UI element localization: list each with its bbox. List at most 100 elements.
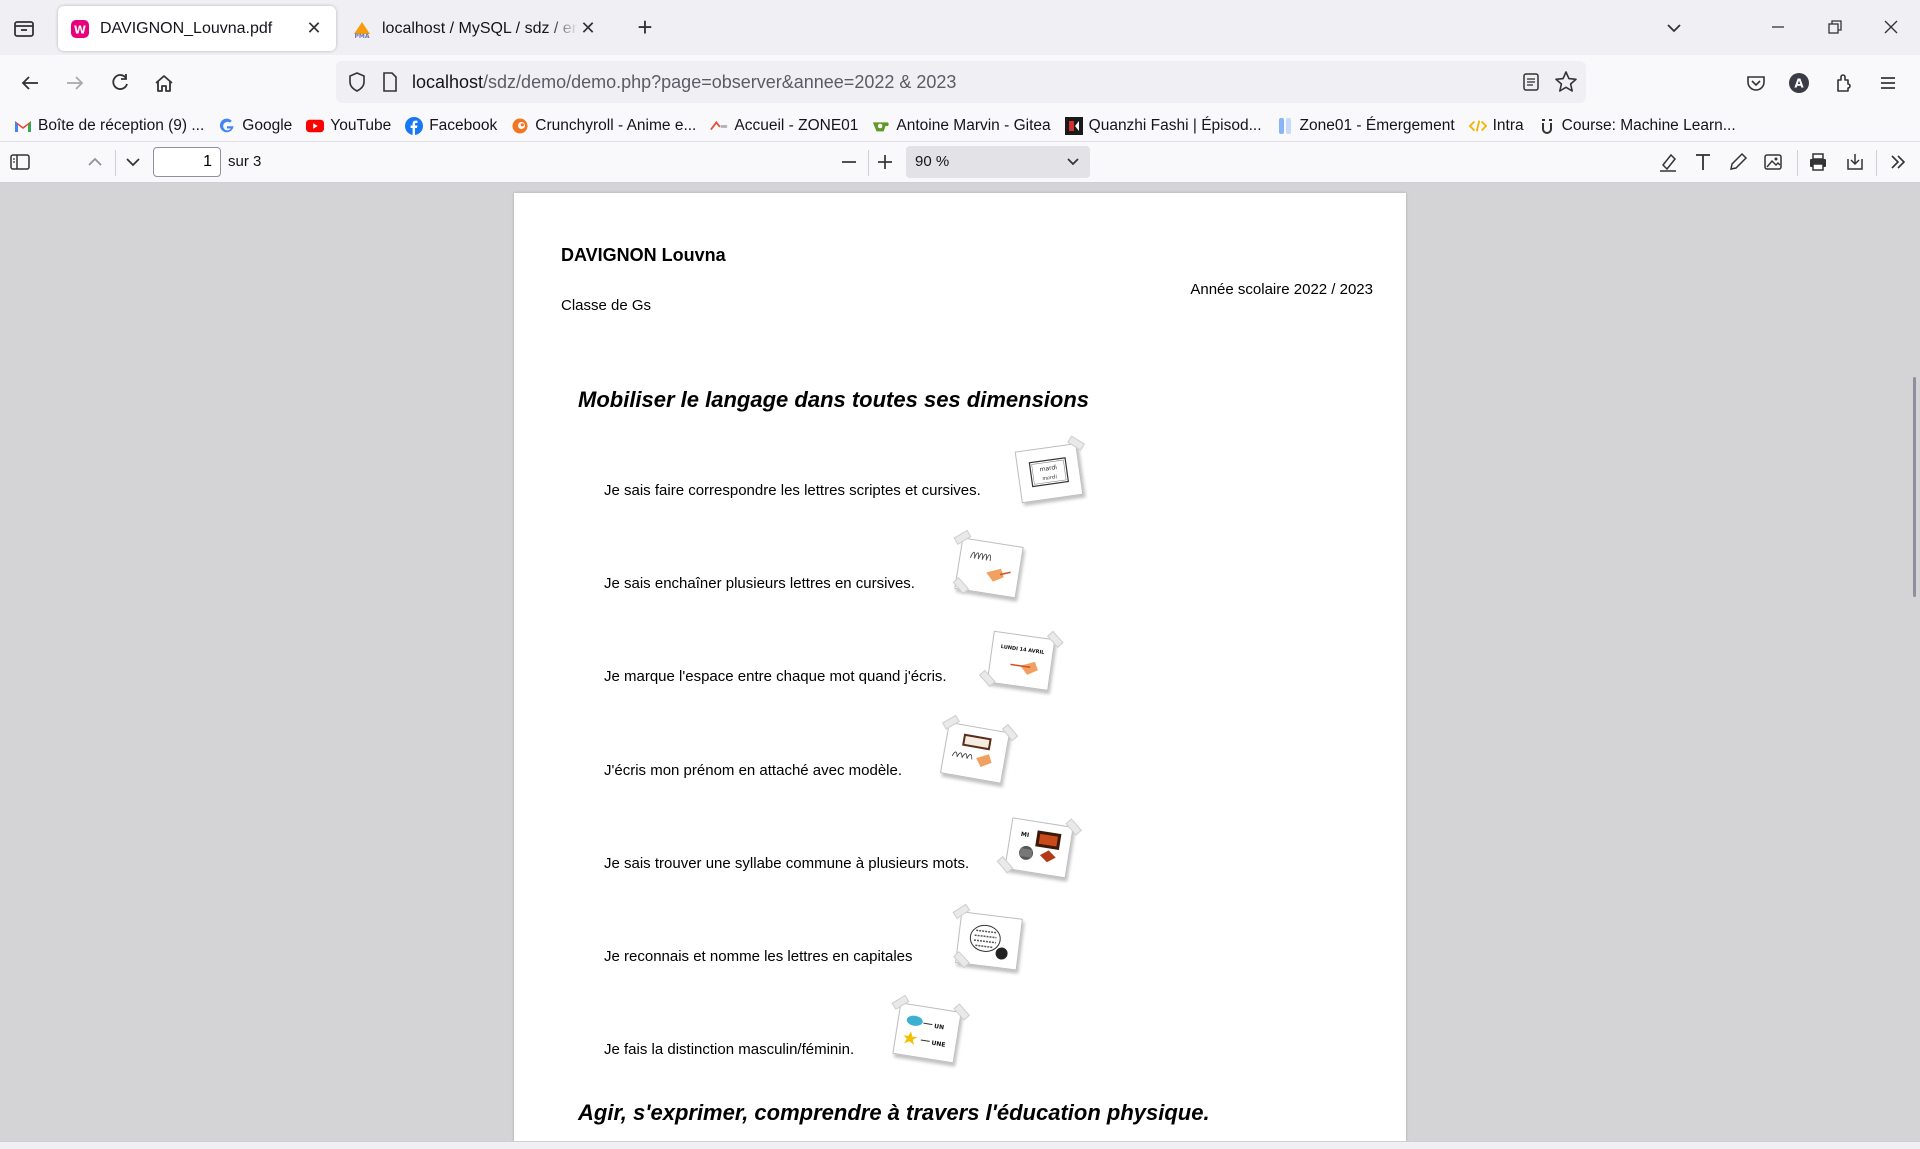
list-all-tabs-icon[interactable]: [10, 14, 38, 42]
skill-item: Je reconnais et nomme les lettres en cap…: [604, 948, 913, 965]
sidebar-toggle-icon[interactable]: [5, 147, 35, 177]
toolbar-separator: [1876, 150, 1877, 176]
bookmark-youtube[interactable]: YouTube: [306, 117, 391, 135]
tab-pdf[interactable]: W DAVIGNON_Louvna.pdf ✕: [58, 6, 336, 51]
pdf-page: DAVIGNON Louvna Année scolaire 2022 / 20…: [514, 193, 1406, 1141]
tab-phpmyadmin[interactable]: PMA localhost / MySQL / sdz / enseignant…: [340, 6, 610, 51]
account-avatar-icon[interactable]: A: [1783, 67, 1815, 99]
letters-card-icon: mardi mardi: [1010, 435, 1090, 507]
save-download-icon[interactable]: [1840, 147, 1870, 177]
zoom-select[interactable]: 90 %: [906, 146, 1090, 178]
zone01-emergement-icon: [1276, 117, 1294, 135]
page-icon[interactable]: [380, 71, 400, 98]
wamp-favicon-icon: W: [70, 19, 90, 39]
masculine-feminine-card-icon: UN UNE: [888, 994, 970, 1069]
bookmark-google[interactable]: Google: [218, 117, 292, 135]
section-title: Mobiliser le langage dans toutes ses dim…: [578, 387, 1090, 412]
svg-text:PMA: PMA: [354, 33, 369, 39]
scrollbar-thumb[interactable]: [1913, 377, 1916, 597]
bookmark-crunchyroll[interactable]: Crunchyroll - Anime e...: [511, 117, 696, 135]
close-tab-icon[interactable]: ✕: [578, 18, 598, 39]
capital-letters-card-icon: [951, 903, 1030, 975]
more-tools-icon[interactable]: [1883, 147, 1913, 177]
next-page-icon[interactable]: [118, 147, 148, 177]
page-count-label: sur 3: [228, 153, 262, 170]
tab-bar: W DAVIGNON_Louvna.pdf ✕ PMA localhost / …: [0, 0, 1920, 55]
home-icon[interactable]: [148, 67, 180, 99]
tab-title: localhost / MySQL / sdz / enseignant: [382, 19, 578, 37]
word-spacing-card-icon: LUNDI 14 AVRIL: [978, 626, 1064, 695]
zone01-icon: [710, 117, 728, 135]
zoom-out-icon[interactable]: [834, 147, 864, 177]
close-window-button[interactable]: [1876, 12, 1906, 42]
print-icon[interactable]: [1803, 147, 1833, 177]
svg-text:W: W: [74, 23, 86, 36]
pocket-icon[interactable]: [1740, 67, 1772, 99]
status-strip: [0, 1141, 1920, 1149]
close-tab-icon[interactable]: ✕: [304, 18, 324, 39]
bookmark-facebook[interactable]: Facebook: [405, 116, 497, 135]
toolbar-separator: [868, 150, 869, 176]
draw-pen-icon[interactable]: [1723, 147, 1753, 177]
facebook-icon: [405, 116, 424, 135]
toolbar-separator: [1797, 150, 1798, 176]
svg-text:UN: UN: [934, 1023, 945, 1031]
bookmark-quanzhi[interactable]: Quanzhi Fashi | Épisod...: [1064, 116, 1262, 135]
class-label: Classe de Gs: [561, 297, 652, 314]
bookmark-intra[interactable]: Intra: [1468, 117, 1524, 135]
extensions-icon[interactable]: [1828, 67, 1860, 99]
skill-item: Je sais trouver une syllabe commune à pl…: [604, 855, 970, 872]
google-icon: [218, 117, 236, 135]
bookmark-gmail[interactable]: Boîte de réception (9) ...: [14, 117, 204, 135]
syllable-card-icon: MI: [996, 813, 1082, 884]
svg-text:A: A: [1794, 77, 1804, 91]
new-tab-button[interactable]: +: [630, 13, 660, 43]
quanzhi-icon: [1064, 116, 1083, 135]
skill-item: Je sais faire correspondre les lettres s…: [604, 482, 981, 499]
url-text[interactable]: localhost/sdz/demo/demo.php?page=observe…: [412, 72, 956, 93]
name-writing-card-icon: [935, 714, 1019, 789]
forward-arrow-icon[interactable]: [59, 67, 91, 99]
svg-text:LUNDI 14 AVRIL: LUNDI 14 AVRIL: [1000, 644, 1045, 656]
page-number-input[interactable]: 1: [153, 147, 221, 177]
svg-text:MI: MI: [1020, 831, 1029, 839]
restore-button[interactable]: [1820, 12, 1850, 42]
reload-icon[interactable]: [104, 67, 136, 99]
skill-item: Je sais enchaîner plusieurs lettres en c…: [604, 575, 915, 592]
skill-item: J'écris mon prénom en attaché avec modèl…: [604, 762, 903, 779]
highlight-icon[interactable]: [1653, 147, 1683, 177]
bookmark-gitea[interactable]: Antoine Marvin - Gitea: [872, 117, 1051, 135]
skill-item: Je marque l'espace entre chaque mot quan…: [604, 668, 947, 685]
previous-page-icon[interactable]: [80, 147, 110, 177]
code-icon: [1468, 117, 1487, 135]
pdf-viewer[interactable]: DAVIGNON Louvna Année scolaire 2022 / 20…: [0, 183, 1920, 1141]
pdf-toolbar: 1 sur 3 90 %: [0, 141, 1920, 183]
bookmark-zone01-emergement[interactable]: Zone01 - Émergement: [1276, 117, 1455, 135]
cursive-writing-card-icon: [950, 529, 1030, 604]
skill-item: Je fais la distinction masculin/féminin.: [604, 1041, 855, 1058]
zoom-in-icon[interactable]: [870, 147, 900, 177]
url-bar[interactable]: localhost/sdz/demo/demo.php?page=observe…: [336, 61, 1586, 103]
course-icon: [1538, 117, 1556, 135]
gmail-icon: [14, 117, 32, 135]
tab-title: DAVIGNON_Louvna.pdf: [100, 19, 273, 37]
hamburger-menu-icon[interactable]: [1872, 67, 1904, 99]
bookmark-course[interactable]: Course: Machine Learn...: [1538, 117, 1736, 135]
chevron-down-icon[interactable]: [1660, 14, 1688, 42]
add-image-icon[interactable]: [1758, 147, 1788, 177]
text-tool-icon[interactable]: [1688, 147, 1718, 177]
reader-view-icon[interactable]: [1520, 71, 1542, 98]
section-title: Agir, s'exprimer, comprendre à travers l…: [578, 1100, 1210, 1125]
bookmark-star-icon[interactable]: [1554, 70, 1578, 99]
phpmyadmin-favicon-icon: PMA: [352, 19, 372, 40]
toolbar-separator: [115, 150, 116, 176]
shield-icon[interactable]: [346, 71, 368, 98]
svg-text:UNE: UNE: [931, 1040, 946, 1049]
bookmark-zone01[interactable]: Accueil - ZONE01: [710, 117, 858, 135]
gitea-icon: [872, 117, 890, 135]
navigation-bar: localhost/sdz/demo/demo.php?page=observe…: [0, 55, 1920, 110]
crunchyroll-icon: [511, 117, 529, 135]
back-arrow-icon[interactable]: [14, 67, 46, 99]
minimize-button[interactable]: [1763, 12, 1793, 42]
bookmarks-bar: Boîte de réception (9) ... Google YouTub…: [0, 110, 1920, 141]
